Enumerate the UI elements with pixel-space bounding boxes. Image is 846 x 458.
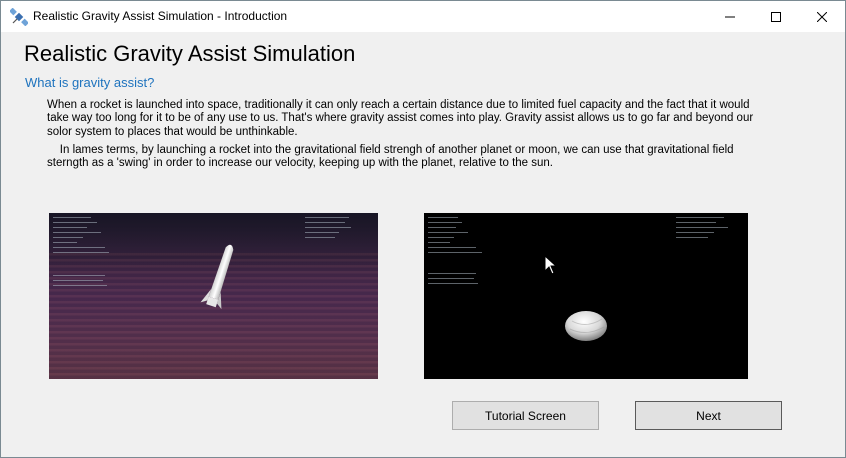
- planet-model: [565, 311, 607, 341]
- hud-readout-left-lower: [428, 273, 488, 288]
- close-button[interactable]: [799, 1, 845, 32]
- page-title: Realistic Gravity Assist Simulation: [24, 41, 356, 66]
- minimize-icon: [725, 16, 735, 17]
- mouse-pointer-icon: [544, 255, 558, 275]
- hud-readout-left-lower: [53, 275, 113, 290]
- hud-readout-right: [305, 217, 375, 242]
- tutorial-screen-button[interactable]: Tutorial Screen: [452, 401, 599, 430]
- rocket-launch-preview: [49, 213, 378, 379]
- satellite-icon: [10, 8, 28, 26]
- planet-orbit-preview: [424, 213, 748, 379]
- next-button[interactable]: Next: [635, 401, 782, 430]
- maximize-icon: [771, 11, 781, 22]
- hud-readout-right: [676, 217, 746, 242]
- content-area: Realistic Gravity Assist Simulation What…: [1, 32, 845, 457]
- intro-paragraph: When a rocket is launched into space, tr…: [47, 99, 754, 138]
- rocket-model: [200, 244, 234, 310]
- hud-readout-left: [53, 217, 113, 257]
- minimize-button[interactable]: [707, 1, 753, 32]
- maximize-button[interactable]: [753, 1, 799, 32]
- close-icon: [817, 11, 827, 22]
- explanation-paragraph: In lames terms, by launching a rocket in…: [47, 144, 734, 170]
- title-bar[interactable]: Realistic Gravity Assist Simulation - In…: [1, 1, 845, 32]
- window-title: Realistic Gravity Assist Simulation - In…: [33, 9, 288, 23]
- section-heading: What is gravity assist?: [25, 75, 155, 90]
- hud-readout-left: [428, 217, 488, 257]
- app-window: Realistic Gravity Assist Simulation - In…: [0, 0, 846, 458]
